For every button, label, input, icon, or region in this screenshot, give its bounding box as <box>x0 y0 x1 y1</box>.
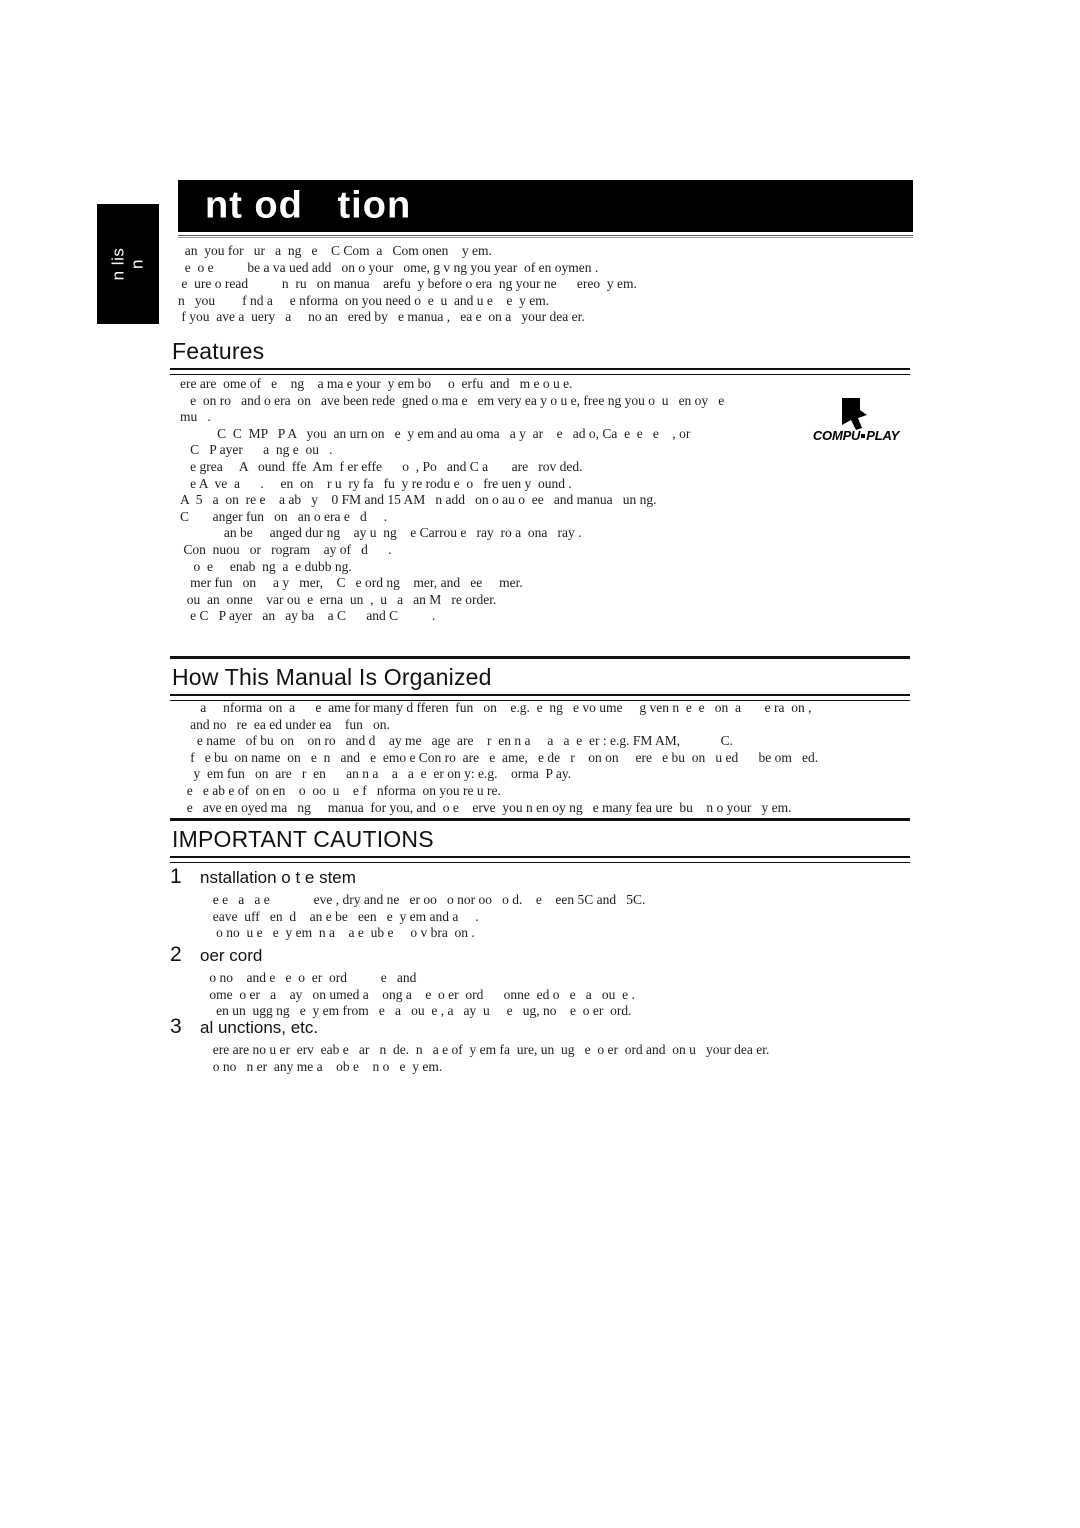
compu-play-separator-dot <box>861 433 866 438</box>
language-tab-line-1: n lis <box>108 247 128 281</box>
caution-body: o no and e e o er ord e and ome o er a a… <box>170 970 915 1020</box>
feature-line: o e enab ng a e dubb ng. <box>180 558 352 574</box>
caution-item: 2 oer cord o no and e e o er ord e and o… <box>170 943 915 1020</box>
compu-play-word-right: PLAY <box>866 428 900 443</box>
caution-body-line: e e a a e eve , dry and ne er oo o nor o… <box>206 892 646 907</box>
caution-body-line: ome o er a ay on umed a ong a e o er ord… <box>206 986 635 1002</box>
introduction-line: e ure o read n ru on manua arefu y befor… <box>178 276 637 292</box>
caution-title: al unctions, etc. <box>200 1018 319 1037</box>
manual-line: e name of bu on on ro and d ay me age ar… <box>180 733 733 749</box>
feature-line: mer fun on a y mer, C e ord ng mer, and … <box>180 575 523 591</box>
manual-line: y em fun on are r en an n a a a e er on … <box>180 766 572 782</box>
introduction-line: an you for ur a ng e C Com a Com onen y … <box>178 243 492 258</box>
caution-body-line: o no n er any me a ob e n o e y em. <box>206 1058 443 1074</box>
feature-line: e grea A ound ffe Am f er effe o , Po an… <box>180 458 583 474</box>
caution-body: e e a a e eve , dry and ne er oo o nor o… <box>170 892 915 942</box>
language-side-tab-text: n lis n <box>108 247 146 281</box>
caution-heading: 2 oer cord <box>170 943 915 967</box>
feature-line: ou an onne var ou e erna un , u a an M r… <box>180 591 497 607</box>
features-section: Features <box>170 338 910 375</box>
page-title: nt od tion <box>205 184 412 227</box>
compu-play-mark-icon <box>842 398 867 430</box>
feature-line: C anger fun on an o era e d . <box>180 508 387 524</box>
caution-number: 2 <box>170 943 182 966</box>
cautions-heading-rule <box>170 856 910 863</box>
manual-line: f e bu on name on e n and e emo e Con ro… <box>180 749 819 765</box>
caution-number: 1 <box>170 865 182 888</box>
introduction-line: f you ave a uery a no an ered by e manua… <box>178 309 585 325</box>
feature-line: an be anged dur ng ay u ng e Carrou e ra… <box>180 525 582 541</box>
feature-line: e A ve a . en on r u ry fa fu y re rodu … <box>180 475 572 491</box>
introduction-text: an you for ur a ng e C Com a Com onen y … <box>178 243 918 326</box>
important-cautions-section: IMPORTANT CAUTIONS <box>170 818 910 863</box>
manual-organization-section: How This Manual Is Organized <box>170 656 910 701</box>
language-tab-line-2: n <box>127 259 146 269</box>
compu-play-logo: COMPU PLAY <box>806 398 906 450</box>
manual-organization-heading: How This Manual Is Organized <box>172 664 492 690</box>
features-heading: Features <box>172 338 265 364</box>
language-side-tab: n lis n <box>97 204 159 324</box>
introduction-line: n you f nd a e nforma on you need o e u … <box>178 292 550 308</box>
caution-heading: 3 al unctions, etc. <box>170 1015 915 1039</box>
caution-body: ere are no u er erv eab e ar n de. n a e… <box>170 1042 915 1075</box>
compu-play-wordmark: COMPU PLAY <box>806 428 906 443</box>
caution-number: 3 <box>170 1015 182 1038</box>
manual-line: e e ab e of on en o oo u e f nforma on y… <box>180 782 501 798</box>
cautions-heading-top-rule <box>170 818 910 821</box>
caution-body-line: ere are no u er erv eab e ar n de. n a e… <box>206 1042 770 1057</box>
manual-heading-top-rule <box>170 656 910 659</box>
manual-line: a nforma on a e ame for many d fferen fu… <box>180 700 812 715</box>
feature-line: ere are ome of e ng a ma e your y em bo … <box>180 376 573 391</box>
feature-line: e C P ayer an ay ba a C and C . <box>180 608 436 624</box>
manual-line: and no re ea ed under ea fun on. <box>180 716 390 732</box>
caution-heading: 1 nstallation o t e stem <box>170 865 915 889</box>
title-underline-rule <box>178 235 913 238</box>
feature-line: A 5 a on re e a ab y 0 FM and 15 AM n ad… <box>180 492 657 508</box>
compu-play-word-left: COMPU <box>812 428 861 443</box>
caution-title: oer cord <box>200 946 263 965</box>
caution-body-line: o no and e e o er ord e and <box>206 970 417 985</box>
caution-item: 3 al unctions, etc. ere are no u er erv … <box>170 1015 915 1075</box>
manual-organization-text: a nforma on a e ame for many d fferen fu… <box>180 700 920 816</box>
features-heading-rule <box>170 368 910 375</box>
caution-title: nstallation o t e stem <box>200 868 356 887</box>
feature-line: Con nuou or rogram ay of d . <box>180 541 392 557</box>
important-cautions-heading: IMPORTANT CAUTIONS <box>172 826 434 852</box>
caution-item: 1 nstallation o t e stem e e a a e eve , … <box>170 865 915 942</box>
document-page: n lis n nt od tion an you for ur a ng e … <box>0 0 1080 1528</box>
manual-line: e ave en oyed ma ng manua for you, and o… <box>180 799 792 815</box>
caution-body-line: o no u e e y em n a a e ub e o v bra on … <box>206 925 475 941</box>
caution-body-line: eave uff en d an e be een e y em and a . <box>206 908 479 924</box>
page-title-bar: nt od tion <box>178 180 913 232</box>
introduction-line: e o e be a va ued add on o your ome, g v… <box>178 259 599 275</box>
